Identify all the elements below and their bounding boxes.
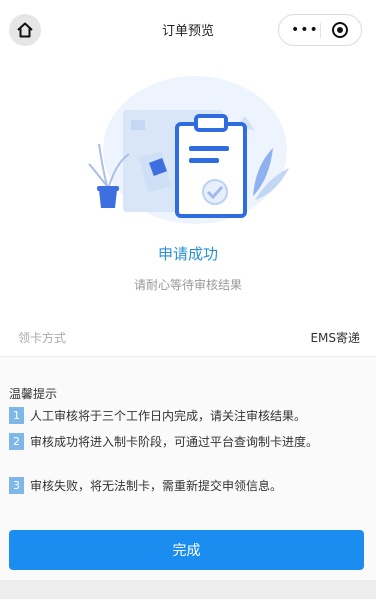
navigation-bar: 订单预览 •••	[0, 0, 376, 58]
success-subtitle: 请耐心等待审核结果	[133, 278, 242, 292]
tip-number-badge: 3	[9, 477, 24, 494]
tips-title: 温馨提示	[9, 387, 58, 401]
pickup-method-value: EMS寄递	[310, 331, 360, 345]
tip-text: 人工审核将于三个工作日内完成，请关注审核结果。	[30, 409, 307, 423]
clipboard-success-illustration	[88, 76, 289, 224]
success-title: 申请成功	[157, 245, 218, 263]
pickup-method-row: 领卡方式 EMS寄递	[0, 318, 376, 356]
tip-item: 3 审核失败，将无法制卡，需重新提交申领信息。	[9, 475, 361, 497]
more-dots-icon[interactable]: •••	[291, 23, 319, 37]
tip-item: 1 人工审核将于三个工作日内完成，请关注审核结果。	[9, 405, 361, 427]
mini-program-capsule: •••	[278, 14, 362, 46]
pickup-method-label: 领卡方式	[18, 331, 67, 345]
success-section: 申请成功 请耐心等待审核结果	[0, 58, 376, 318]
target-circle-icon[interactable]	[332, 22, 348, 38]
capsule-divider	[320, 23, 321, 38]
tip-text: 审核成功将进入制卡阶段，可通过平台查询制卡进度。	[30, 435, 319, 449]
bottom-safe-area	[0, 580, 376, 599]
tip-item: 2 审核成功将进入制卡阶段，可通过平台查询制卡进度。	[9, 431, 361, 453]
tip-text: 审核失败，将无法制卡，需重新提交申领信息。	[30, 479, 283, 493]
done-button[interactable]: 完成	[9, 530, 364, 570]
tip-number-badge: 2	[9, 433, 24, 450]
tip-number-badge: 1	[9, 407, 24, 424]
